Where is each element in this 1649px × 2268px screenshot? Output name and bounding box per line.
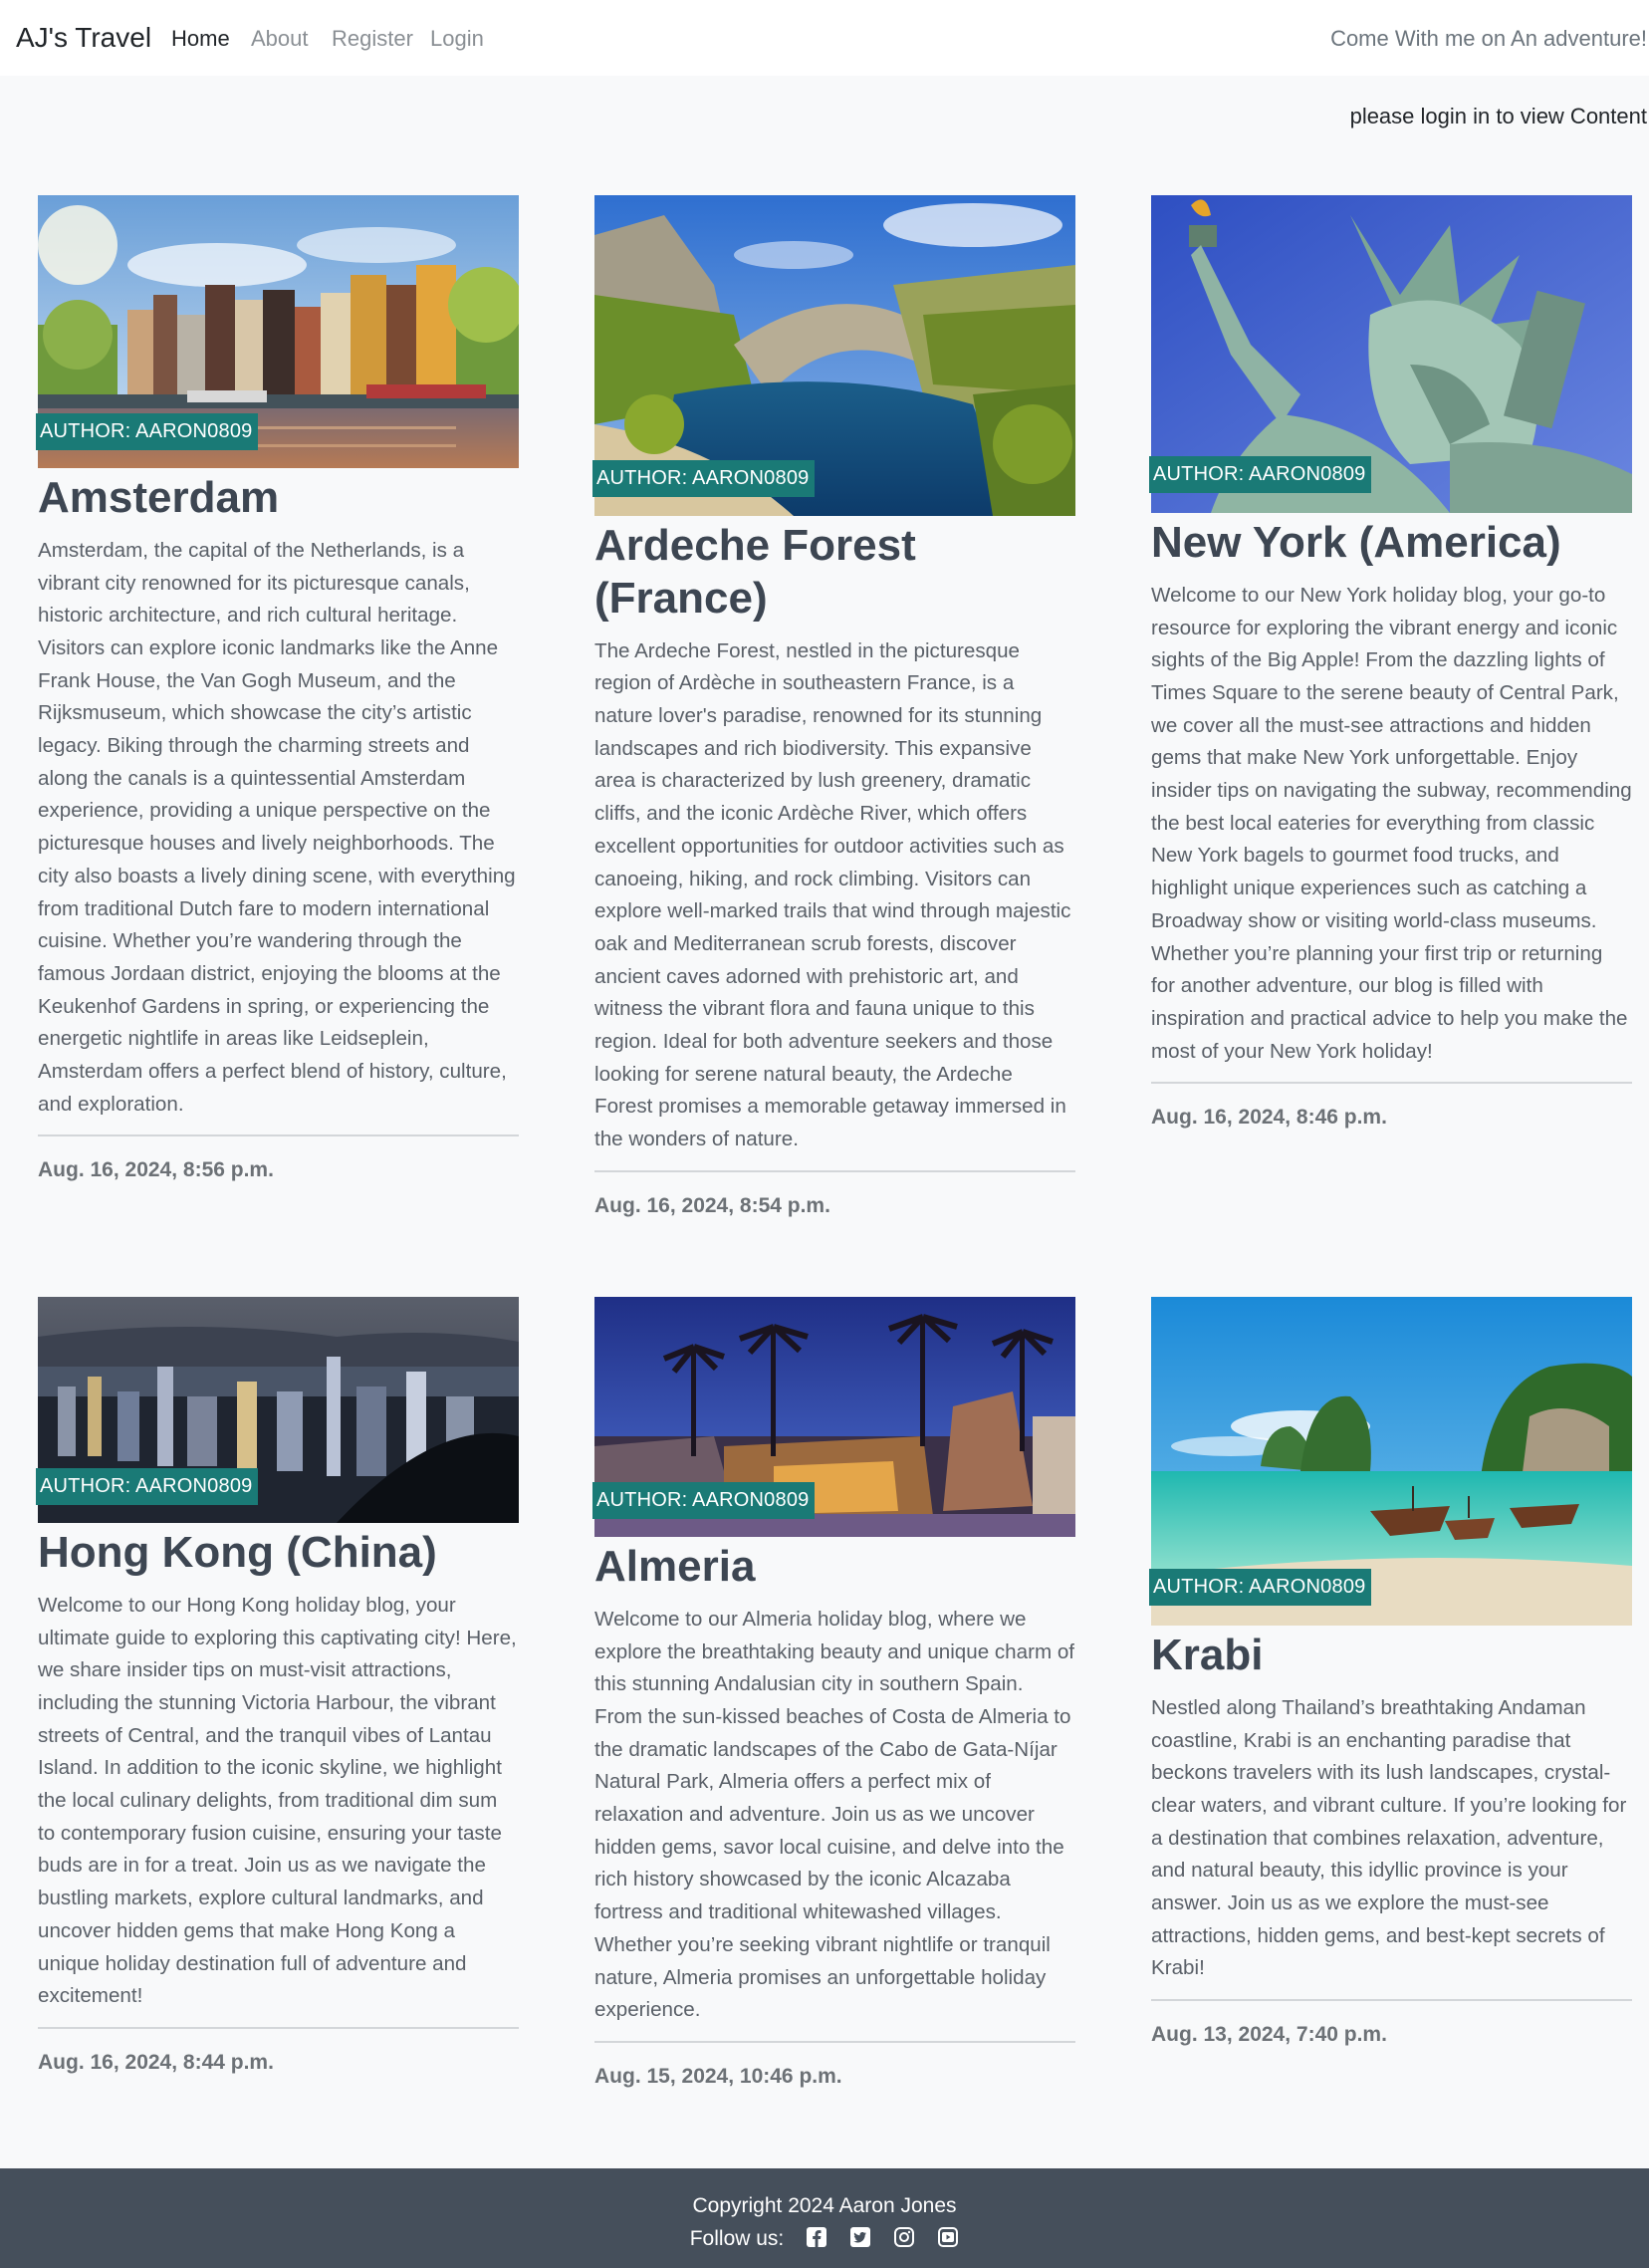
divider (1151, 1082, 1632, 1085)
post-body: The Ardeche Forest, nestled in the pictu… (594, 638, 1071, 1151)
post-body: Welcome to our Almeria holiday blog, whe… (594, 1607, 1074, 2022)
post-body: Welcome to our New York holiday blog, yo… (1151, 583, 1632, 1063)
social-links: Follow us: (0, 2226, 1649, 2251)
post-body: Amsterdam, the capital of the Netherland… (38, 538, 516, 1116)
post-card: AUTHOR: AARON0809 Krabi Nestled along Th… (1149, 1297, 1632, 2047)
post-card: AUTHOR: AARON0809 Amsterdam Amsterdam, t… (36, 195, 519, 1182)
post-title[interactable]: Hong Kong (China) (38, 1527, 519, 1580)
post-title[interactable]: Almeria (594, 1541, 1075, 1594)
post-date: Aug. 16, 2024, 8:56 p.m. (38, 1158, 274, 1182)
footer: Copyright 2024 Aaron Jones Follow us: (0, 2168, 1649, 2268)
post-date: Aug. 13, 2024, 7:40 p.m. (1151, 2023, 1387, 2047)
copyright-text: Copyright 2024 Aaron Jones (692, 2194, 957, 2217)
post-image[interactable]: AUTHOR: AARON0809 (1149, 195, 1632, 513)
author-badge: AUTHOR: AARON0809 (592, 1482, 816, 1519)
post-date: Aug. 15, 2024, 10:46 p.m. (594, 2064, 842, 2088)
author-badge: AUTHOR: AARON0809 (36, 413, 259, 450)
instagram-icon[interactable] (893, 2226, 915, 2248)
post-card: AUTHOR: AARON0809 Hong Kong (China) Welc… (36, 1297, 519, 2075)
navbar: AJ's Travel Home About Register Login Co… (0, 0, 1649, 76)
post-body: Nestled along Thailand’s breathtaking An… (1151, 1695, 1627, 1980)
facebook-icon[interactable] (806, 2226, 827, 2248)
divider (38, 1134, 519, 1137)
post-date: Aug. 16, 2024, 8:54 p.m. (594, 1193, 830, 1217)
post-card: AUTHOR: AARON0809 Almeria Welcome to our… (592, 1297, 1075, 2089)
nav-link-home[interactable]: Home (171, 26, 230, 52)
nav-link-about[interactable]: About (251, 26, 309, 52)
follow-label: Follow us: (689, 2227, 785, 2250)
post-body: Welcome to our Hong Kong holiday blog, y… (38, 1593, 517, 2008)
nav-link-login[interactable]: Login (430, 26, 484, 52)
post-title[interactable]: Amsterdam (38, 472, 519, 525)
post-date: Aug. 16, 2024, 8:44 p.m. (38, 2050, 274, 2074)
author-badge: AUTHOR: AARON0809 (1149, 1569, 1372, 1606)
post-card: AUTHOR: AARON0809 Ardeche Forest (France… (592, 195, 1075, 1218)
post-date: Aug. 16, 2024, 8:46 p.m. (1151, 1106, 1387, 1130)
divider (594, 1169, 1075, 1172)
login-notice: please login in to view Content (1349, 104, 1647, 128)
post-title[interactable]: Krabi (1151, 1630, 1632, 1682)
author-badge: AUTHOR: AARON0809 (36, 1468, 259, 1505)
divider (1151, 1999, 1632, 2002)
post-title[interactable]: Ardeche Forest (France) (594, 520, 1075, 626)
divider (594, 2040, 1075, 2043)
post-image[interactable]: AUTHOR: AARON0809 (592, 1297, 1075, 1537)
divider (38, 2026, 519, 2029)
twitter-icon[interactable] (849, 2226, 871, 2248)
post-title[interactable]: New York (America) (1151, 517, 1632, 570)
author-badge: AUTHOR: AARON0809 (592, 460, 816, 497)
brand-logo[interactable]: AJ's Travel (16, 22, 151, 54)
post-image[interactable]: AUTHOR: AARON0809 (36, 195, 519, 468)
post-image[interactable]: AUTHOR: AARON0809 (1149, 1297, 1632, 1626)
author-badge: AUTHOR: AARON0809 (1149, 456, 1372, 493)
youtube-icon[interactable] (937, 2226, 959, 2248)
post-image[interactable]: AUTHOR: AARON0809 (36, 1297, 519, 1523)
nav-link-register[interactable]: Register (332, 26, 413, 52)
post-card: AUTHOR: AARON0809 New York (America) Wel… (1149, 195, 1632, 1130)
navbar-tagline: Come With me on An adventure! (1330, 26, 1647, 51)
post-image[interactable]: AUTHOR: AARON0809 (592, 195, 1075, 516)
